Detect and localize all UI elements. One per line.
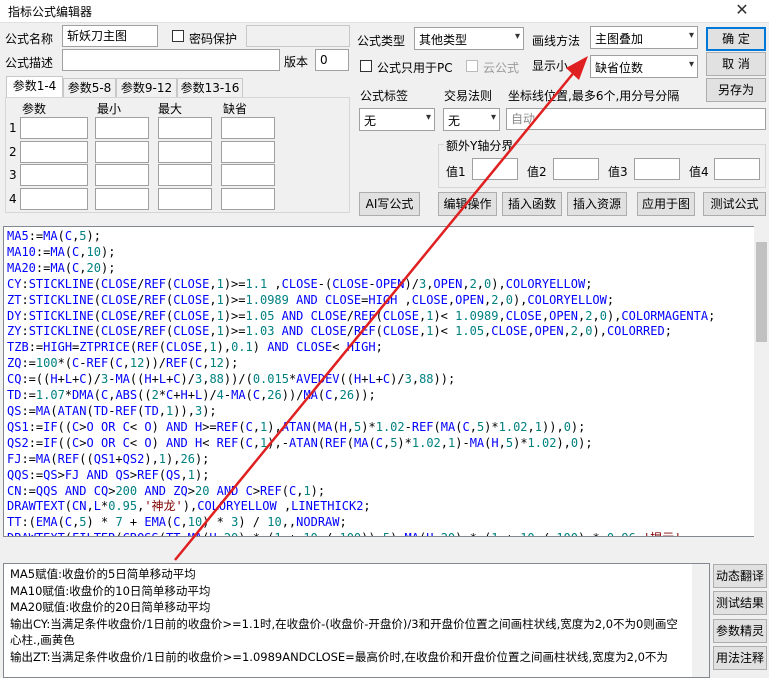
arrow-line bbox=[174, 64, 581, 561]
red-arrow-annotation bbox=[174, 56, 588, 561]
